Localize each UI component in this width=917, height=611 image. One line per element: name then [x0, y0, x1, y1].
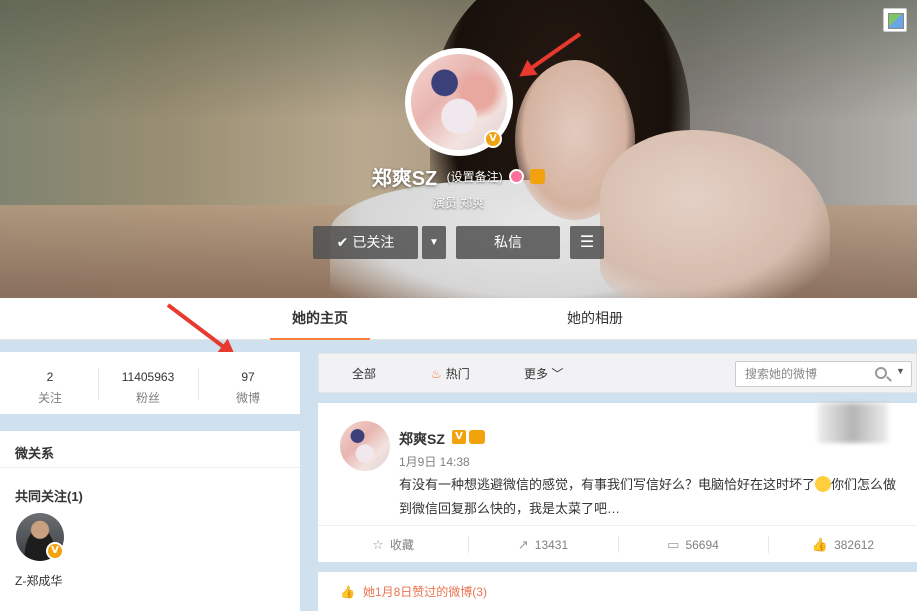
blurred-overlay [818, 403, 888, 443]
post-author-name[interactable]: 郑爽SZ [399, 429, 445, 449]
like-count: 382612 [834, 538, 875, 552]
post-text-part: 有没有一种想逃避微信的感觉，有事我们写信好么？电脑恰好在这时坏了 [399, 477, 816, 492]
repost-button[interactable]: ↗ 13431 [468, 526, 618, 563]
comment-count: 56694 [685, 538, 719, 552]
comment-icon: ▭ [667, 537, 680, 552]
set-remark-link[interactable]: (设置备注) [447, 170, 503, 184]
stat-posts[interactable]: 97 微博 [198, 352, 298, 414]
stat-value: 2 [46, 370, 54, 384]
stat-label: 粉丝 [135, 391, 160, 405]
stat-following[interactable]: 2 关注 [0, 352, 100, 414]
star-icon: ☆ [372, 537, 384, 552]
profile-name: 郑爽SZ [371, 168, 438, 190]
check-icon: ✔ [336, 234, 349, 250]
filter-more-label: 更多 [524, 367, 549, 381]
member-pink-icon[interactable] [508, 169, 524, 184]
flame-icon: ♨ [431, 367, 442, 381]
vip-crown-icon[interactable] [530, 169, 546, 184]
feed-filter-bar: 全部 ♨热门 更多 ﹀ ▼ [318, 353, 917, 393]
friend-name[interactable]: Z-郑成华 [15, 572, 62, 589]
tab-her-home[interactable]: 她的主页 [270, 298, 370, 340]
feed-post: 郑爽SZ V 1月9日 14:38 有没有一种想逃避微信的感觉，有事我们写信好么… [318, 403, 917, 562]
relations-panel: 微关系 共同关注(1) V Z-郑成华 [0, 431, 300, 611]
verified-badge-icon: V [46, 542, 64, 560]
liked-posts-section[interactable]: 👍 她1月8日赞过的微博(3) [318, 572, 917, 611]
search-dropdown-icon[interactable]: ▼ [896, 366, 905, 376]
repost-count: 13431 [534, 538, 569, 552]
profile-stats: 2 关注 11405963 粉丝 97 微博 [0, 352, 300, 414]
filter-hot-label: 热门 [445, 367, 470, 381]
stat-label: 微博 [235, 391, 260, 405]
crying-emoji-icon [815, 476, 832, 492]
common-follow-title[interactable]: 共同关注(1) [15, 486, 83, 505]
relations-title: 微关系 [15, 446, 55, 461]
post-actions: ☆ 收藏 ↗ 13431 ▭ 56694 👍 382612 [318, 525, 917, 562]
search-input[interactable] [736, 362, 866, 386]
follow-dropdown-button[interactable]: ▼ [422, 226, 446, 259]
stat-value: 11405963 [121, 370, 175, 384]
followed-button[interactable]: ✔ 已关注 [313, 226, 418, 259]
verified-badge-icon: V [484, 130, 502, 148]
chevron-down-icon: ﹀ [551, 367, 564, 381]
favorite-label: 收藏 [389, 538, 414, 552]
post-text: 有没有一种想逃避微信的感觉，有事我们写信好么？电脑恰好在这时坏了 你们怎么做到微信… [399, 473, 899, 521]
filter-hot[interactable]: ♨ 热门 [431, 354, 470, 394]
thumbs-up-icon: 👍 [811, 537, 829, 552]
tab-her-album[interactable]: 她的相册 [545, 298, 645, 340]
comment-button[interactable]: ▭ 56694 [618, 526, 768, 563]
liked-posts-link[interactable]: 👍 她1月8日赞过的微博(3) [340, 583, 487, 600]
stat-followers[interactable]: 11405963 粉丝 [98, 352, 198, 414]
more-menu-button[interactable]: ☰ [570, 226, 604, 259]
profile-search: ▼ [735, 361, 912, 387]
stat-value: 97 [241, 370, 255, 384]
favorite-button[interactable]: ☆ 收藏 [318, 526, 468, 563]
message-button[interactable]: 私信 [456, 226, 560, 259]
followed-label: 已关注 [352, 234, 395, 250]
menu-icon: ☰ [579, 234, 595, 251]
liked-posts-label: 她1月8日赞过的微博(3) [362, 585, 487, 599]
search-icon[interactable] [875, 367, 887, 379]
repost-icon: ↗ [517, 537, 529, 552]
divider [0, 467, 300, 468]
chevron-down-icon: ▼ [429, 237, 439, 248]
post-author-avatar[interactable] [340, 421, 390, 471]
verified-badge-icon: V [452, 430, 466, 444]
post-timestamp[interactable]: 1月9日 14:38 [399, 453, 470, 470]
cover-template-icon[interactable] [883, 8, 907, 32]
profile-tabbar: 她的主页 她的相册 [0, 298, 917, 340]
filter-all[interactable]: 全部 [352, 354, 376, 394]
vip-crown-icon[interactable] [469, 430, 485, 444]
like-button[interactable]: 👍 382612 [768, 526, 917, 563]
thumbs-up-icon: 👍 [340, 585, 355, 599]
profile-subtitle: 演员 郑爽 [432, 196, 485, 210]
stat-label: 关注 [37, 391, 62, 405]
profile-name-row: 郑爽SZ (设置备注) [0, 162, 917, 191]
filter-more[interactable]: 更多 ﹀ [524, 354, 563, 394]
